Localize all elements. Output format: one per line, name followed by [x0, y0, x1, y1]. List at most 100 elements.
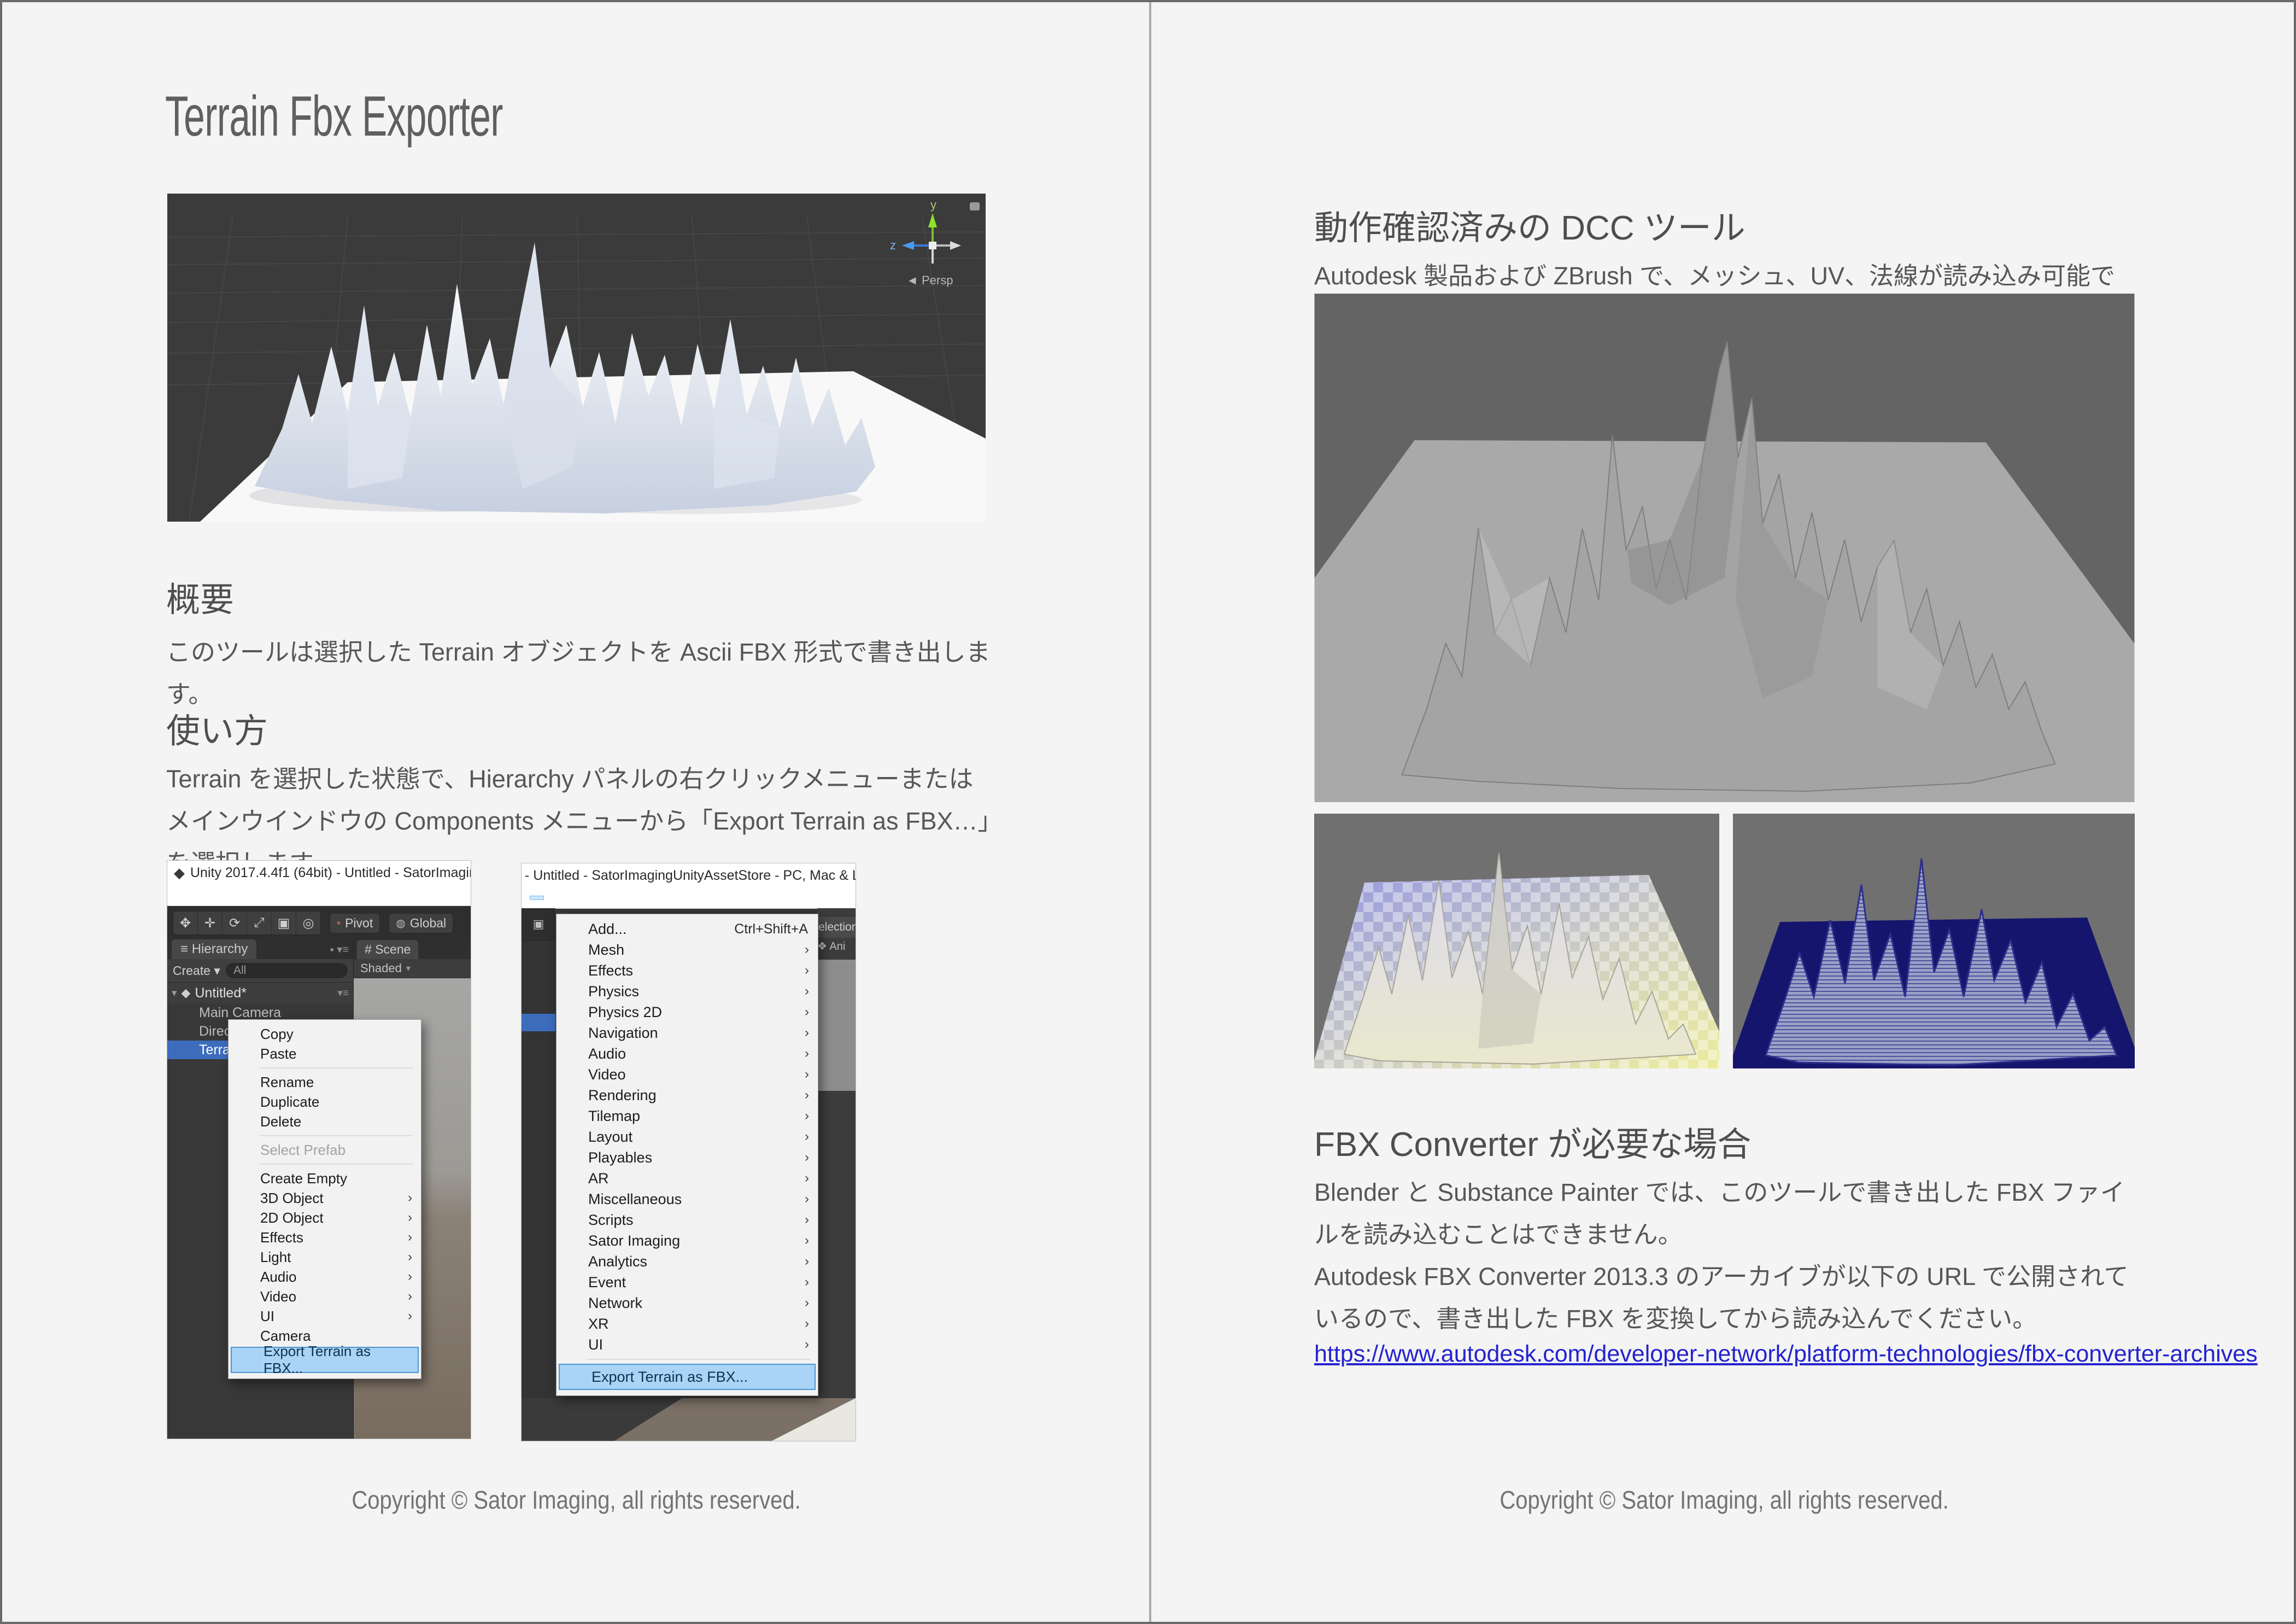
scene-row-menu-icon: ▾≡ [337, 987, 349, 1000]
page-title: Terrain Fbx Exporter [165, 84, 669, 149]
context-menu-item: Copy [229, 1024, 421, 1044]
persp-chevron-icon: ◄ [906, 273, 918, 287]
pivot-icon: ▪ [337, 917, 341, 930]
submenu-arrow-icon: › [805, 1025, 809, 1041]
scene-root-row: ▾ ◆ Untitled* ▾≡ [167, 983, 353, 1003]
submenu-arrow-icon: › [805, 1212, 809, 1228]
document-page: Terrain Fbx Exporter [0, 0, 2296, 1624]
context-menu-item: UI › [229, 1306, 421, 1326]
scene-grid-icon: # [365, 942, 375, 956]
component-menu-item: AR › [557, 1168, 818, 1189]
shading-label: Shaded [360, 961, 402, 975]
submenu-arrow-icon: › [805, 1088, 809, 1103]
component-menu-item: Event › [557, 1272, 818, 1293]
hand-tool-icon: ✥ [173, 912, 198, 934]
chevron-down-icon: ▾ [406, 963, 411, 974]
panel-menu-icons: ▪ ▾≡ [330, 943, 349, 956]
menu-separator [259, 1067, 413, 1068]
component-menu-item: Analytics › [557, 1251, 818, 1272]
context-menu: Copy Paste Rename Duplicate Delete [228, 1019, 421, 1379]
search-filter-label: All [233, 964, 246, 977]
screenshot-component-menu: - Untitled - SatorImagingUnityAssetStore… [522, 863, 856, 1441]
menubar [167, 885, 471, 906]
hierarchy-tab-label: Hierarchy [192, 942, 248, 956]
dcc-terrain-render-large [1314, 294, 2135, 802]
menu-separator [587, 1359, 810, 1360]
rotate-tool-icon: ⟳ [222, 912, 247, 934]
gizmo-y-label: y [930, 198, 936, 212]
submenu-arrow-icon: › [408, 1269, 412, 1284]
component-menu-item: Rendering › [557, 1085, 818, 1106]
submenu-arrow-icon: › [805, 1129, 809, 1144]
hierarchy-search-field: All [226, 963, 348, 978]
component-menu-item: XR › [557, 1313, 818, 1334]
rect-tool-icon: ▣ [272, 912, 296, 934]
custom-tool-icon: ◎ [296, 912, 320, 934]
global-label: Global [410, 916, 446, 931]
context-menu-item: 2D Object › [229, 1208, 421, 1228]
pivot-toggle: ▪ Pivot [330, 913, 380, 933]
context-menu-item: Video › [229, 1287, 421, 1306]
scale-tool-icon: ⤢ [247, 912, 272, 934]
component-menu-item: Miscellaneous › [557, 1189, 818, 1210]
window-titlebar: - Untitled - SatorImagingUnityAssetStore… [522, 863, 856, 887]
expander-icon: ▾ [172, 987, 177, 1000]
component-menu-item: Sator Imaging › [557, 1230, 818, 1251]
lock-icon [970, 202, 980, 211]
fbx-converter-link[interactable]: https://www.autodesk.com/developer-netwo… [1314, 1341, 2258, 1368]
context-menu-item: 3D Object › [229, 1188, 421, 1208]
context-menu-item: Select Prefab [229, 1140, 421, 1160]
global-toggle: ◍ Global [389, 913, 453, 933]
component-menu-item: Mesh › [557, 939, 818, 960]
screenshot-hierarchy-context-menu: ◆ Unity 2017.4.4f1 (64bit) - Untitled - … [167, 861, 471, 1439]
pivot-label: Pivot [345, 916, 373, 931]
submenu-arrow-icon: › [408, 1289, 412, 1304]
component-menu-item: UI › [557, 1334, 818, 1355]
hierarchy-list-icon: ≡ [180, 942, 188, 956]
submenu-arrow-icon: › [805, 942, 809, 957]
component-menu-item: Physics › [557, 981, 818, 1002]
submenu-arrow-icon: › [805, 1150, 809, 1165]
fbx-body-1: Blender と Substance Painter では、このツールで書き出… [1314, 1171, 2145, 1255]
hierarchy-panel-fragment: ▣ [522, 908, 555, 1398]
component-menu-item: Navigation › [557, 1023, 818, 1043]
submenu-arrow-icon: › [408, 1190, 412, 1206]
gizmo-z-label: z [890, 238, 896, 252]
move-tool-icon: ✛ [198, 912, 222, 934]
toolbar: ✥ ✛ ⟳ ⤢ ▣ ◎ ▪ Pivot ◍ Global [167, 906, 471, 940]
page-divider [1149, 2, 1151, 1622]
submenu-arrow-icon: › [805, 1004, 809, 1020]
window-title: - Untitled - SatorImagingUnityAssetStore… [525, 868, 856, 884]
menubar [522, 887, 856, 909]
persp-label: Persp [922, 273, 953, 287]
window-titlebar: ◆ Unity 2017.4.4f1 (64bit) - Untitled - … [167, 861, 471, 885]
fbx-body-2: Autodesk FBX Converter 2013.3 のアーカイブが以下の… [1314, 1255, 2145, 1340]
context-menu-item: Light › [229, 1247, 421, 1267]
context-menu-item: Paste [229, 1044, 421, 1064]
component-menu-item: Network › [557, 1293, 818, 1313]
context-menu-item: Effects › [229, 1228, 421, 1247]
scene-name: Untitled* [195, 985, 247, 1001]
dcc-heading: 動作確認済みの DCC ツール [1314, 200, 1746, 249]
unity-logo-icon: ◆ [174, 864, 185, 881]
component-dropdown-menu: Add... Ctrl+Shift+A Mesh › Effects › Phy… [556, 914, 818, 1396]
fbx-heading: FBX Converter が必要な場合 [1314, 1117, 1751, 1166]
submenu-arrow-icon: › [805, 1295, 809, 1311]
component-menu-item: Video › [557, 1064, 818, 1085]
menu-separator [259, 1164, 413, 1165]
footer-copyright-right: Copyright © Sator Imaging, all rights re… [1150, 1485, 2296, 1515]
submenu-arrow-icon: › [805, 1233, 809, 1248]
submenu-arrow-icon: › [805, 1067, 809, 1082]
component-menu-item: Layout › [557, 1126, 818, 1147]
submenu-arrow-icon: › [805, 1171, 809, 1186]
toolbar-fragment-icon: ▣ [522, 908, 555, 940]
create-dropdown: Create ▾ [173, 963, 220, 978]
submenu-arrow-icon: › [408, 1308, 412, 1324]
submenu-arrow-icon: › [805, 1108, 809, 1124]
unity-scene-screenshot: y z ◄ Persp [167, 194, 986, 522]
context-menu-item: Delete [229, 1112, 421, 1131]
submenu-arrow-icon: › [805, 1046, 809, 1061]
component-menu-item: Effects › [557, 960, 818, 981]
context-menu-item: Duplicate [229, 1092, 421, 1112]
selection-tab-fragment: election [817, 917, 856, 938]
